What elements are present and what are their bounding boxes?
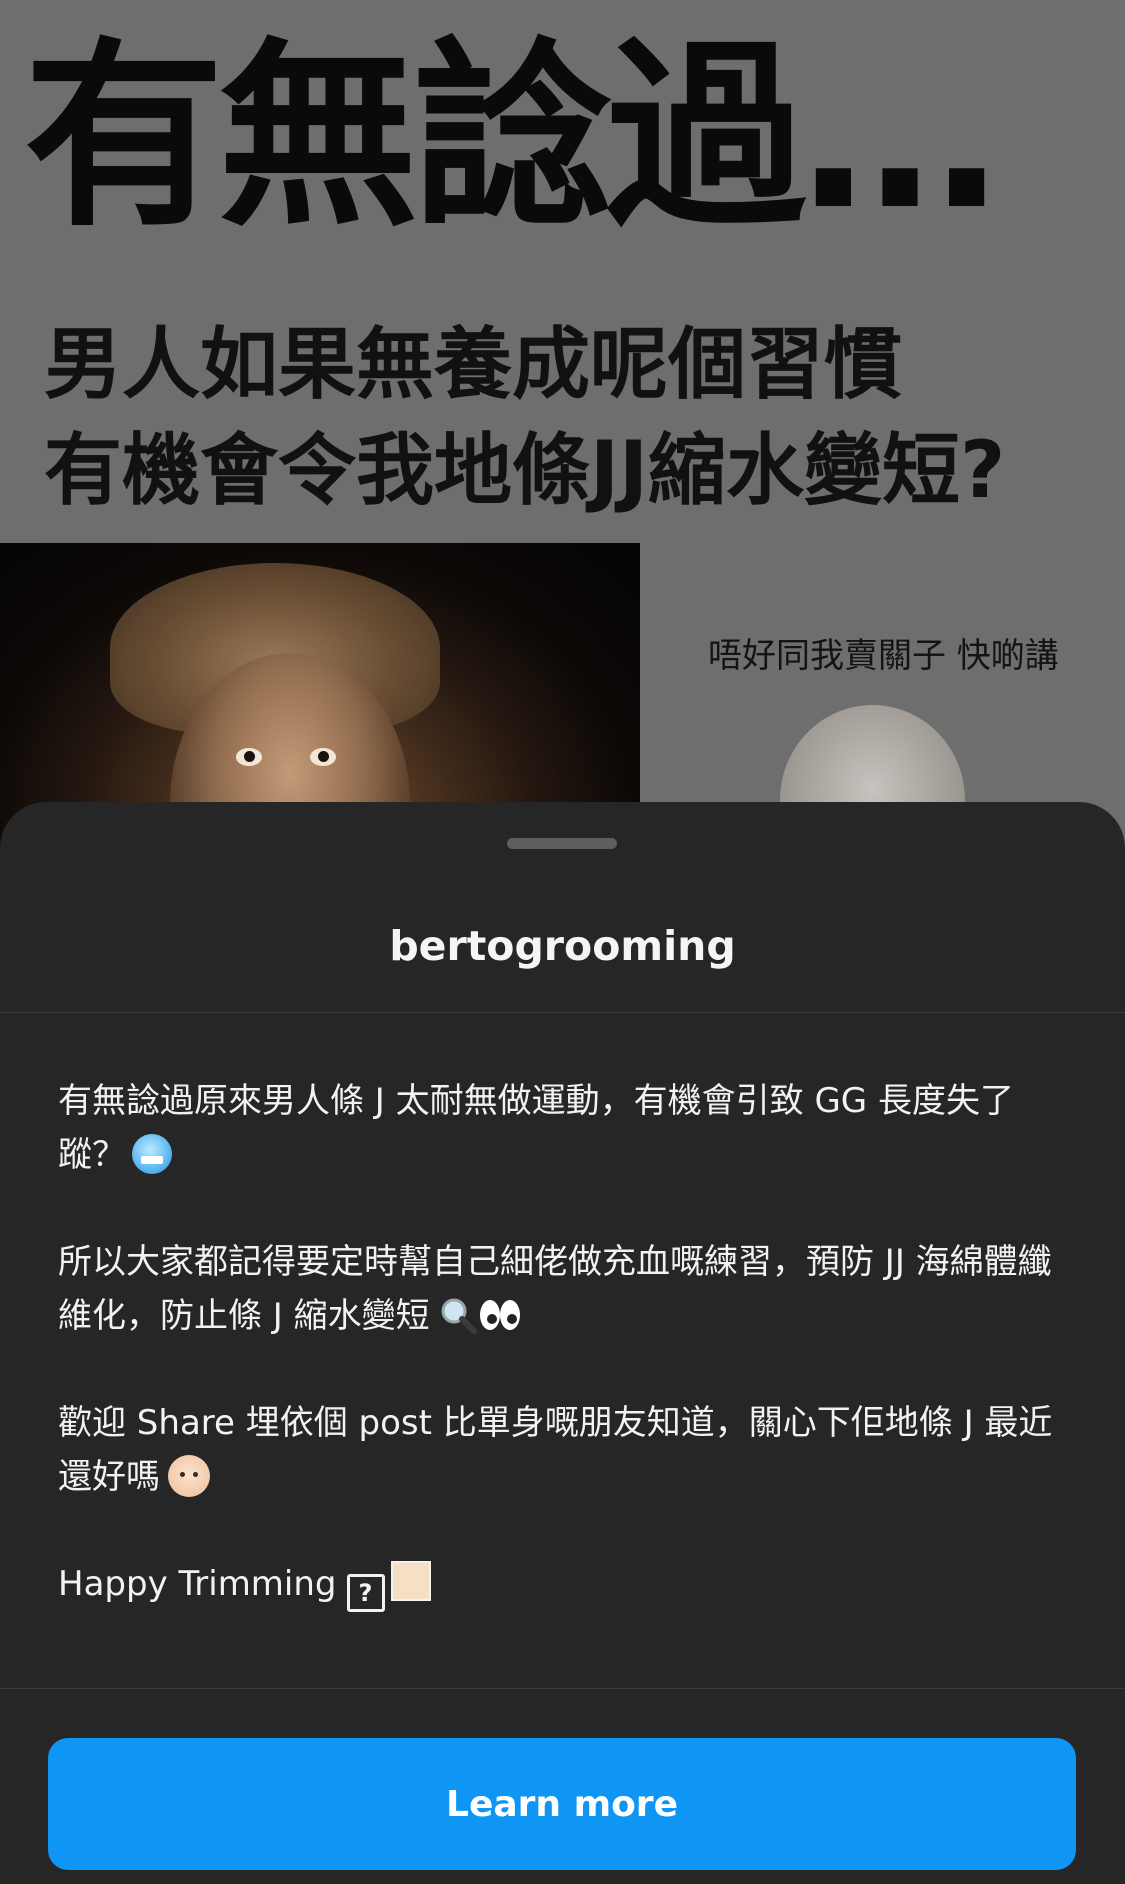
eyes-icon (478, 1295, 522, 1335)
learn-more-button[interactable]: Learn more (48, 1738, 1076, 1870)
post-photo-caption: 唔好同我賣關子 快啲講 (708, 636, 1059, 676)
color-swatch-icon (390, 1561, 431, 1601)
post-headline: 有無諗過… (24, 21, 1000, 254)
photo-eye-right (310, 748, 336, 766)
caption-text-2: 所以大家都記得要定時幫自己細佬做充血嘅練習，預防 JJ 海綿體纖維化，防止條 J… (58, 1242, 1052, 1336)
post-subheadline-line1: 男人如果無養成呢個習慣 (44, 320, 903, 410)
divider (0, 1012, 1125, 1013)
post-caption: 有無諗過原來男人條 J 太耐無做運動，有機會引致 GG 長度失了蹤？ 所以大家都… (58, 1074, 1073, 1665)
post-image: 有無諗過… 男人如果無養成呢個習慣 有機會令我地條JJ縮水變短? 唔好同我賣關子… (0, 0, 1125, 860)
bottom-sheet: bertogrooming 有無諗過原來男人條 J 太耐無做運動，有機會引致 G… (0, 802, 1125, 1884)
caption-paragraph-4: Happy Trimming? (58, 1557, 1073, 1612)
sheet-title-username[interactable]: bertogrooming (0, 922, 1125, 970)
divider (0, 1688, 1125, 1689)
post-subheadline: 男人如果無養成呢個習慣 有機會令我地條JJ縮水變短? (44, 312, 1005, 524)
cold-face-icon (132, 1134, 172, 1174)
baby-icon (168, 1455, 210, 1497)
caption-paragraph-1: 有無諗過原來男人條 J 太耐無做運動，有機會引致 GG 長度失了蹤？ (58, 1074, 1073, 1182)
magnifying-glass-icon (438, 1295, 478, 1335)
caption-text-1: 有無諗過原來男人條 J 太耐無做運動，有機會引致 GG 長度失了蹤？ (58, 1081, 1014, 1175)
unknown-glyph-icon: ? (346, 1574, 385, 1612)
caption-paragraph-2: 所以大家都記得要定時幫自己細佬做充血嘅練習，預防 JJ 海綿體纖維化，防止條 J… (58, 1235, 1073, 1343)
caption-text-4: Happy Trimming (58, 1564, 337, 1604)
photo-eye-left (236, 748, 262, 766)
post-subheadline-line2: 有機會令我地條JJ縮水變短? (44, 426, 1006, 516)
caption-paragraph-3: 歡迎 Share 埋依個 post 比單身嘅朋友知道，關心下佢地條 J 最近還好… (58, 1396, 1073, 1504)
drag-handle[interactable] (507, 838, 617, 849)
